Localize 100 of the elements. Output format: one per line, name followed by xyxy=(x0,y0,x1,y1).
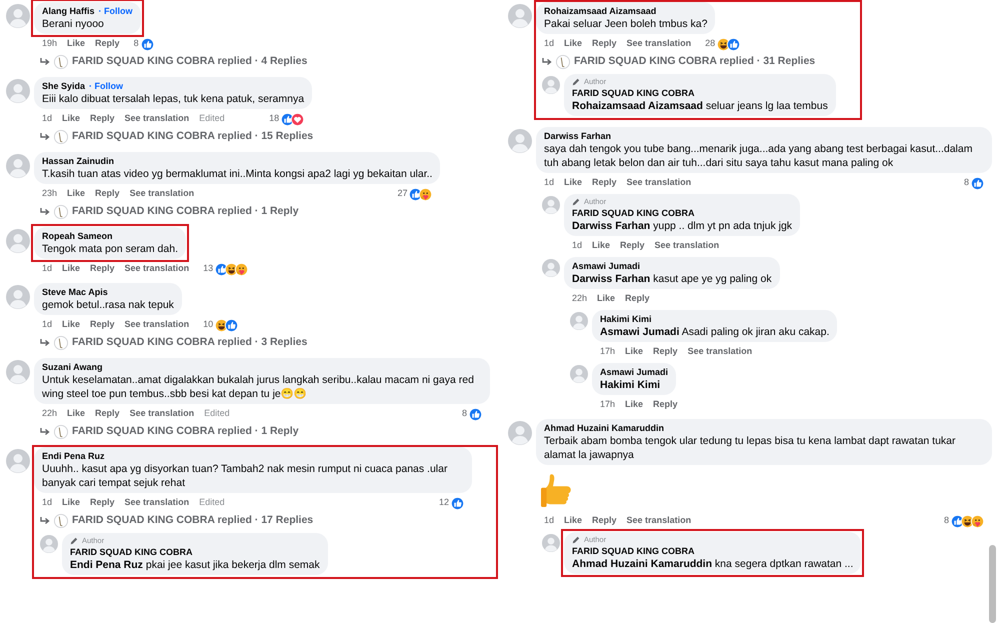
commenter-name[interactable]: FARID SQUAD KING COBRA xyxy=(70,546,193,558)
action-link[interactable]: See translation xyxy=(130,407,194,421)
commenter-name[interactable]: Hassan Zainudin xyxy=(42,155,114,167)
replies-link[interactable]: FARID SQUAD KING COBRA replied · 3 Replies xyxy=(72,335,308,351)
action-link[interactable]: Like xyxy=(625,345,644,359)
reaction-count: 10 xyxy=(203,318,214,332)
commenter-name[interactable]: Asmawi Jumadi xyxy=(600,366,668,378)
action-link[interactable]: Reply xyxy=(625,292,650,306)
comment-text: Darwiss Farhan kasut ape ye yg paling ok xyxy=(572,272,772,286)
action-link[interactable]: Like xyxy=(592,239,610,253)
action-link[interactable]: Like xyxy=(564,37,582,51)
action-link[interactable]: See translation xyxy=(124,262,190,276)
pencil-icon xyxy=(572,536,580,544)
commenter-name[interactable]: Steve Mac Apis xyxy=(42,286,108,298)
action-link[interactable]: Reply xyxy=(95,407,120,421)
timestamp: 1d xyxy=(42,262,52,276)
action-link[interactable]: Like xyxy=(62,112,80,126)
comment-text: saya dah tengok you tube bang...menarik juga...ada yang abang test berbagai kasut...dalam tuh abang letak belon dan air tuh...dari situ saya tahu kasut mana paling ok xyxy=(544,142,974,170)
action-link[interactable]: Reply xyxy=(653,345,678,359)
timestamp: 17h xyxy=(600,398,616,412)
action-link[interactable]: See translation xyxy=(130,187,194,201)
comment-text: Hakimi Kimi xyxy=(600,378,662,392)
timestamp: 1d xyxy=(544,37,554,50)
action-link[interactable]: See translation xyxy=(124,318,190,332)
action-link[interactable]: See translation xyxy=(626,176,692,190)
comment-text: Pakai seluar Jeen boleh tmbus ka? xyxy=(544,17,708,31)
replies-link[interactable]: FARID SQUAD KING COBRA replied · 1 Reply xyxy=(72,424,299,440)
follow-link[interactable]: · Follow xyxy=(98,5,133,17)
action-link[interactable]: Reply xyxy=(90,318,115,332)
reaction-count: 8 xyxy=(944,514,949,528)
commenter-name[interactable]: Asmawi Jumadi xyxy=(572,260,640,272)
commenter-name[interactable]: She Syida xyxy=(42,80,86,92)
commenter-name[interactable]: FARID SQUAD KING COBRA xyxy=(572,207,695,219)
action-link[interactable]: See translation xyxy=(124,112,190,126)
comment-text: Eiii kalo dibuat tersalah lepas, tuk kena patuk, seramnya xyxy=(42,92,304,106)
comment-text: Uuuhh.. kasut apa yg disyorkan tuan? Tambah2 nak mesin rumput ni cuaca panas .ular banyak cari tempat sejuk rehat xyxy=(42,462,448,490)
replies-link[interactable]: FARID SQUAD KING COBRA replied · 15 Replies xyxy=(72,129,314,145)
action-link[interactable]: Reply xyxy=(90,112,115,126)
commenter-name[interactable]: Rohaizamsaad Aizamsaad xyxy=(544,5,656,17)
action-link[interactable]: Reply xyxy=(592,37,617,51)
reaction-count: 12 xyxy=(438,496,449,510)
comment-text: Asmawi Jumadi Asadi paling ok jiran aku cakap. xyxy=(600,325,830,339)
reply-arrow-icon xyxy=(40,338,50,348)
comment-text: Terbaik abam bomba tengok ular tedung tu lepas bisa tu kena lambat dapt rawatan tukar alamat la jawapnya xyxy=(544,434,957,462)
action-link[interactable]: Like xyxy=(67,407,86,421)
commenter-name[interactable]: Alang Haffis xyxy=(42,5,95,17)
timestamp: 22h xyxy=(572,292,588,306)
edited-label: Edited xyxy=(199,112,225,126)
action-link[interactable]: Like xyxy=(62,318,80,332)
commenter-name[interactable]: FARID SQUAD KING COBRA xyxy=(572,87,695,99)
commenter-name[interactable]: Suzani Awang xyxy=(42,361,103,373)
action-link[interactable]: Like xyxy=(62,262,80,276)
action-link[interactable]: Reply xyxy=(653,398,678,412)
comment-text: Darwiss Farhan yupp .. dlm yt pn ada tnjuk jgk xyxy=(572,219,792,233)
action-link[interactable]: See translation xyxy=(626,514,692,528)
commenter-name[interactable]: FARID SQUAD KING COBRA xyxy=(572,545,695,557)
replies-link[interactable]: FARID SQUAD KING COBRA replied · 4 Replies xyxy=(72,54,308,70)
action-link[interactable]: Reply xyxy=(90,496,115,510)
comment-text: Berani nyooo xyxy=(42,17,105,31)
action-link[interactable]: Like xyxy=(597,292,616,306)
commenter-name[interactable]: Ahmad Huzaini Kamaruddin xyxy=(544,422,664,434)
action-link[interactable]: Reply xyxy=(90,262,115,276)
action-link[interactable]: Reply xyxy=(592,514,617,528)
replies-link[interactable]: FARID SQUAD KING COBRA replied · 31 Replies xyxy=(574,54,816,70)
reaction-count: 8 xyxy=(964,176,969,190)
reply-arrow-icon xyxy=(40,132,50,142)
commenter-name[interactable]: Endi Pena Ruz xyxy=(42,450,105,462)
replies-link[interactable]: FARID SQUAD KING COBRA replied · 1 Reply xyxy=(72,204,299,220)
action-link[interactable]: See translation xyxy=(688,345,752,359)
action-link[interactable]: Like xyxy=(62,496,80,510)
comment-text: Endi Pena Ruz pkai jee kasut jika bekerja dlm semak xyxy=(70,558,320,572)
action-link[interactable]: Reply xyxy=(620,239,645,253)
timestamp: 1d xyxy=(42,496,52,510)
edited-label: Edited xyxy=(199,496,225,510)
edited-label: Edited xyxy=(204,407,230,420)
commenter-name[interactable]: Darwiss Farhan xyxy=(544,130,612,142)
commenter-name[interactable]: Hakimi Kimi xyxy=(600,313,652,325)
action-link[interactable]: Reply xyxy=(95,37,120,51)
reaction-count: 8 xyxy=(134,37,139,50)
commenter-name[interactable]: Ropeah Sameon xyxy=(42,230,113,242)
action-link[interactable]: See translation xyxy=(654,239,720,253)
scrollbar[interactable] xyxy=(989,545,996,623)
pencil-icon xyxy=(572,198,580,206)
action-link[interactable]: Like xyxy=(564,176,582,190)
action-link[interactable]: Like xyxy=(625,398,644,412)
timestamp: 17h xyxy=(600,345,616,358)
pencil-icon xyxy=(70,537,78,545)
timestamp: 1d xyxy=(544,176,554,190)
action-link[interactable]: Like xyxy=(564,514,582,528)
action-link[interactable]: Reply xyxy=(592,176,617,190)
comment-text: Untuk keselamatan..amat digalakkan bukalah jurus langkah seribu..kalau macam ni gaya red wing steel toe pun tembus..sbb besi kat depan tu je😁😁 xyxy=(42,373,475,401)
follow-link[interactable]: · Follow xyxy=(89,80,124,92)
action-link[interactable]: See translation xyxy=(124,496,190,510)
replies-link[interactable]: FARID SQUAD KING COBRA replied · 17 Replies xyxy=(72,513,314,529)
comment-text: Tengok mata pon seram dah. xyxy=(42,242,178,256)
action-link[interactable]: Reply xyxy=(95,187,120,201)
action-link[interactable]: Like xyxy=(67,37,86,51)
action-link[interactable]: Like xyxy=(67,187,86,201)
timestamp: 22h xyxy=(42,407,58,420)
action-link[interactable]: See translation xyxy=(626,37,692,51)
